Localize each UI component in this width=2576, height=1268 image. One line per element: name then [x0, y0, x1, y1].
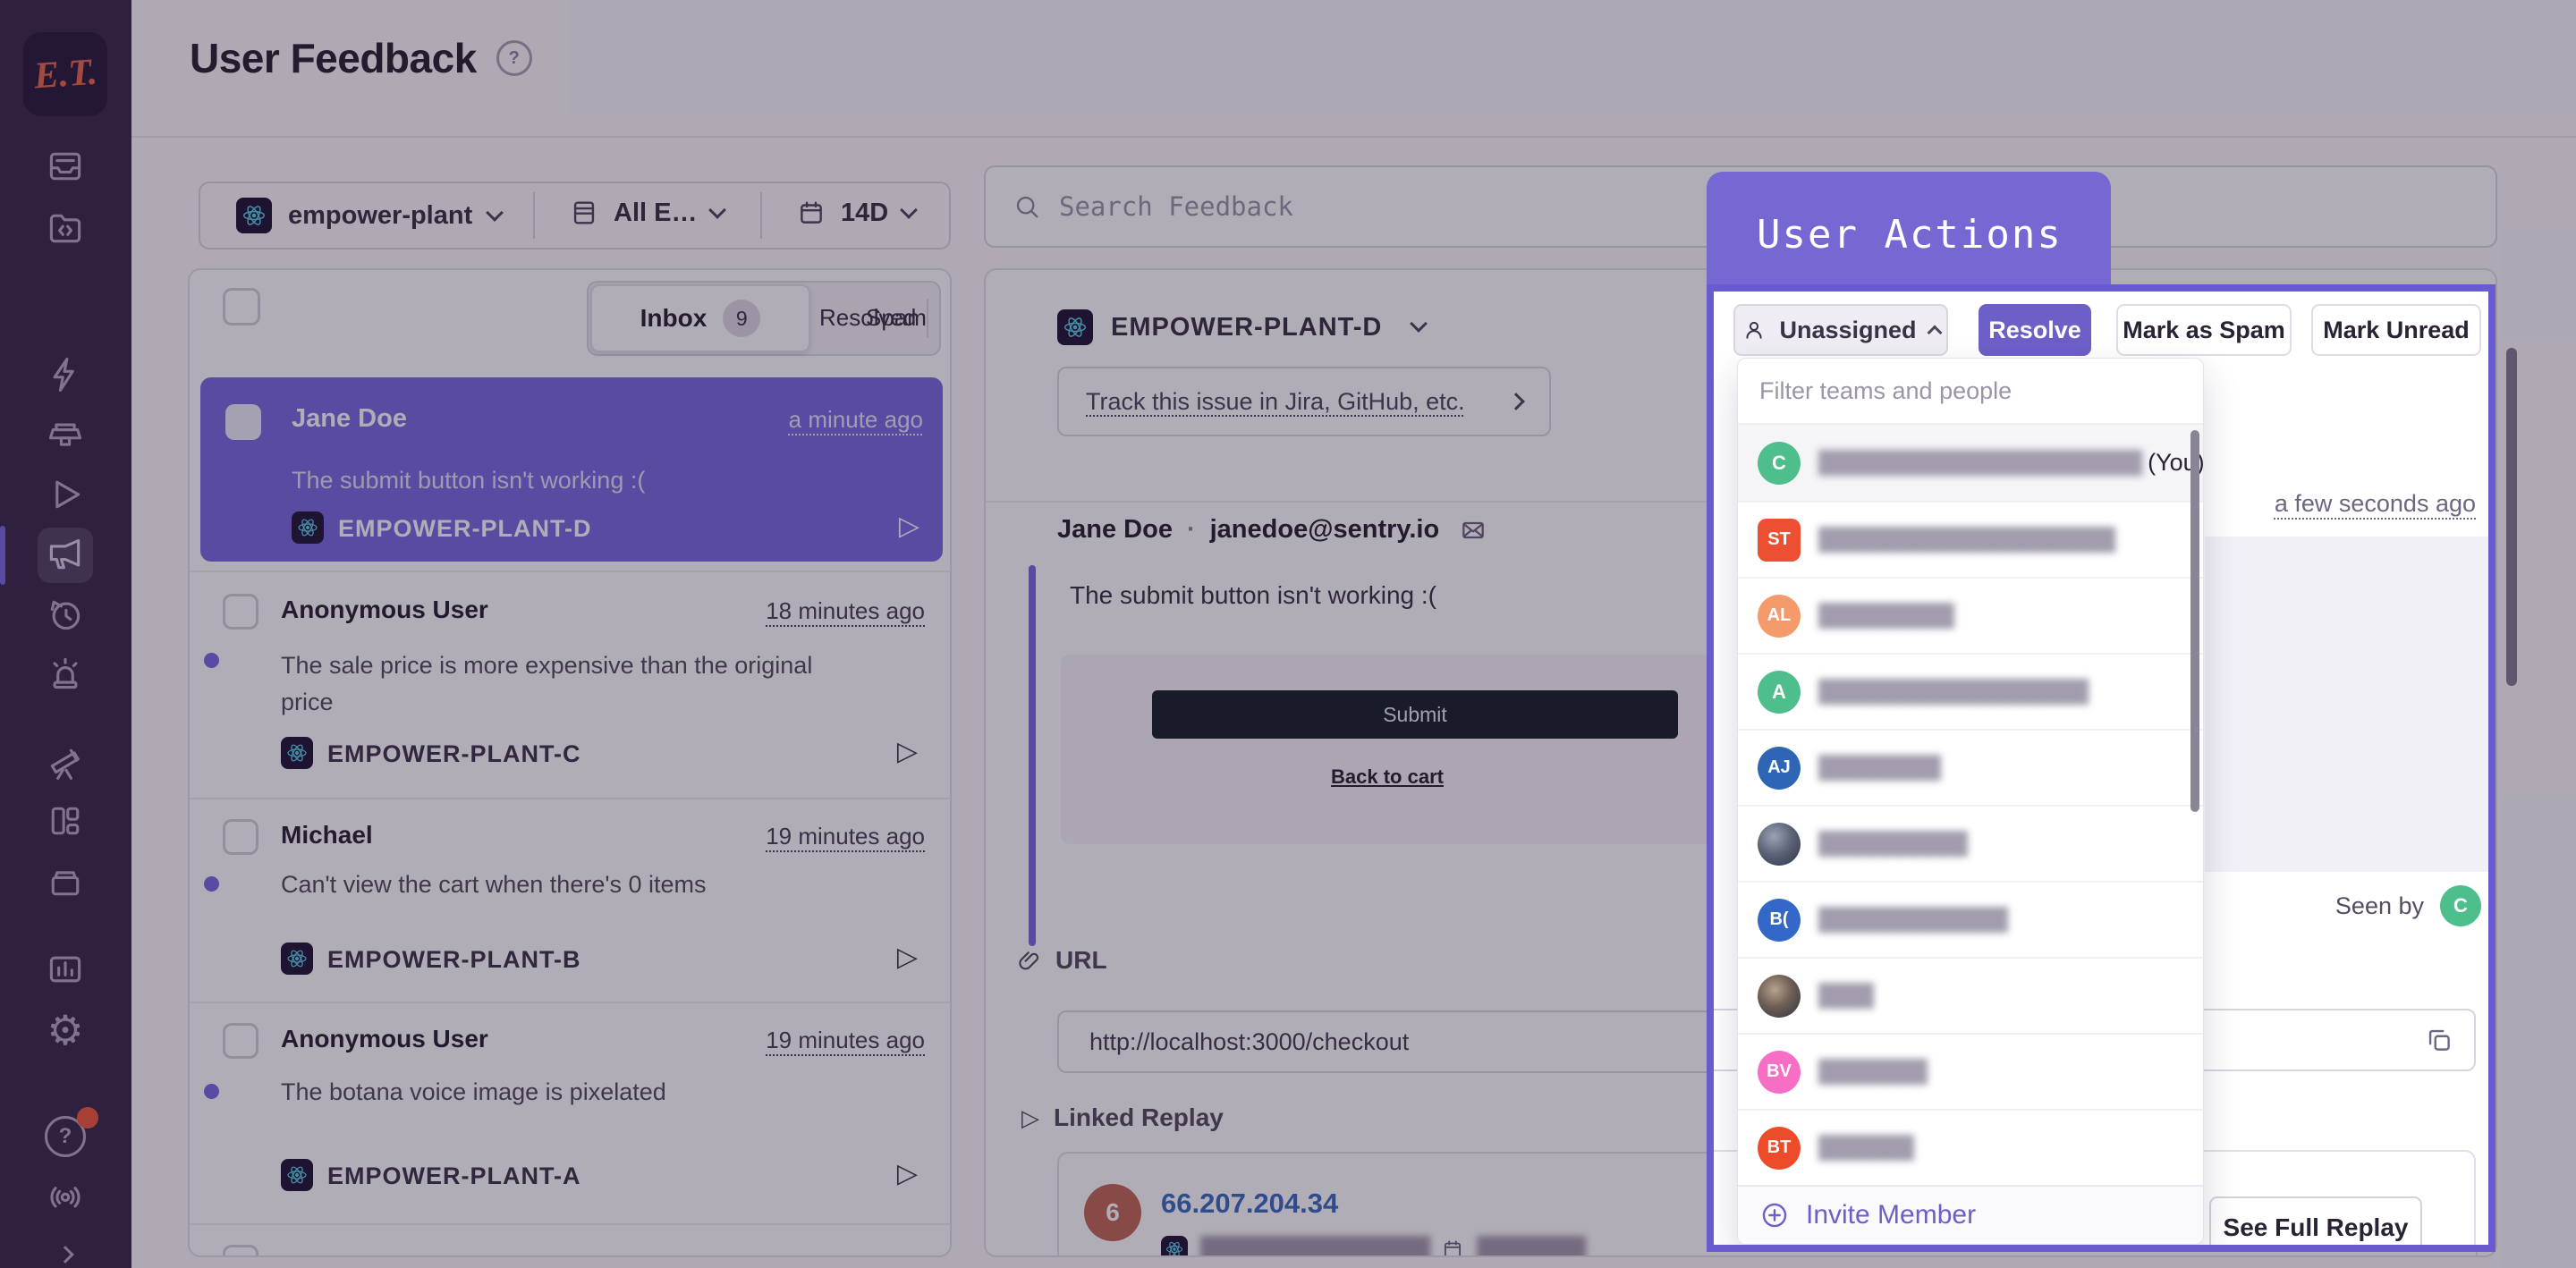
- feedback-timestamp[interactable]: a few seconds ago: [2275, 490, 2476, 518]
- member-photo-avatar: [1758, 823, 1801, 866]
- member-name-censored: ███████: [1818, 1136, 1912, 1161]
- member-photo-avatar: [1758, 975, 1801, 1018]
- filter-teams-input[interactable]: [1759, 377, 2153, 405]
- member-name-censored: ██████████: [1818, 604, 1953, 629]
- member-avatar: ST: [1758, 519, 1801, 562]
- member-row[interactable]: AJ █████████: [1738, 729, 2203, 805]
- member-avatar: A: [1758, 671, 1801, 714]
- member-name-censored: ██████████████████████: [1818, 528, 2114, 553]
- user-actions-tab: User Actions: [1707, 172, 2111, 297]
- member-name-censored: ███████████: [1818, 832, 1966, 857]
- member-row[interactable]: AL ██████████: [1738, 577, 2203, 653]
- member-row[interactable]: A ████████████████████: [1738, 653, 2203, 729]
- seen-by-label: Seen by: [2335, 892, 2424, 920]
- see-full-replay-button[interactable]: See Full Replay: [2209, 1196, 2422, 1252]
- dropdown-scrollbar-thumb[interactable]: [2190, 430, 2199, 812]
- user-actions-popup: Unassigned Resolve Mark as Spam Mark Unr…: [1707, 284, 2496, 1252]
- resolve-button[interactable]: Resolve: [1979, 304, 2091, 356]
- mark-unread-button[interactable]: Mark Unread: [2311, 304, 2481, 356]
- assignee-dropdown-button[interactable]: Unassigned: [1733, 304, 1948, 356]
- member-name-censored: ████████████████████████: [1818, 451, 2140, 476]
- member-name-censored: ██████████████: [1818, 908, 2006, 933]
- member-avatar: C: [1758, 442, 1801, 485]
- assignee-dropdown-panel: C ████████████████████████ (You) ST ████…: [1737, 358, 2204, 1245]
- user-actions-title: User Actions: [1757, 212, 2063, 258]
- member-avatar: AL: [1758, 595, 1801, 638]
- seen-by-avatar: C: [2440, 885, 2481, 926]
- app-root: E.T.: [0, 0, 2576, 1268]
- member-name-censored: ████: [1818, 984, 1872, 1009]
- seen-by-row: Seen by C: [2335, 885, 2481, 926]
- member-row[interactable]: C ████████████████████████ (You): [1738, 425, 2203, 501]
- member-row[interactable]: BT ███████: [1738, 1109, 2203, 1185]
- circle-plus-icon: [1759, 1200, 1790, 1230]
- person-icon: [1741, 317, 1767, 342]
- chevron-up-icon: [1927, 325, 1942, 341]
- member-name-censored: █████████: [1818, 756, 1939, 781]
- assignee-label: Unassigned: [1779, 317, 1916, 344]
- member-avatar: BV: [1758, 1051, 1801, 1094]
- member-avatar: B(: [1758, 899, 1801, 942]
- member-name-censored: ████████████████████: [1818, 680, 2087, 705]
- member-avatar: AJ: [1758, 747, 1801, 790]
- member-row[interactable]: ███████████: [1738, 805, 2203, 881]
- invite-member-row[interactable]: Invite Member: [1738, 1185, 2203, 1244]
- filter-input-wrap[interactable]: [1738, 359, 2203, 425]
- copy-icon[interactable]: [2424, 1025, 2454, 1055]
- member-avatar: BT: [1758, 1127, 1801, 1170]
- member-row[interactable]: ████: [1738, 957, 2203, 1033]
- member-row[interactable]: BV ████████: [1738, 1033, 2203, 1109]
- message-card-fragment: [2205, 537, 2496, 872]
- member-row[interactable]: ST ██████████████████████: [1738, 501, 2203, 577]
- invite-member-label: Invite Member: [1806, 1200, 1976, 1230]
- mark-as-spam-button[interactable]: Mark as Spam: [2116, 304, 2292, 356]
- member-name-censored: ████████: [1818, 1060, 1926, 1085]
- member-row[interactable]: B( ██████████████: [1738, 881, 2203, 957]
